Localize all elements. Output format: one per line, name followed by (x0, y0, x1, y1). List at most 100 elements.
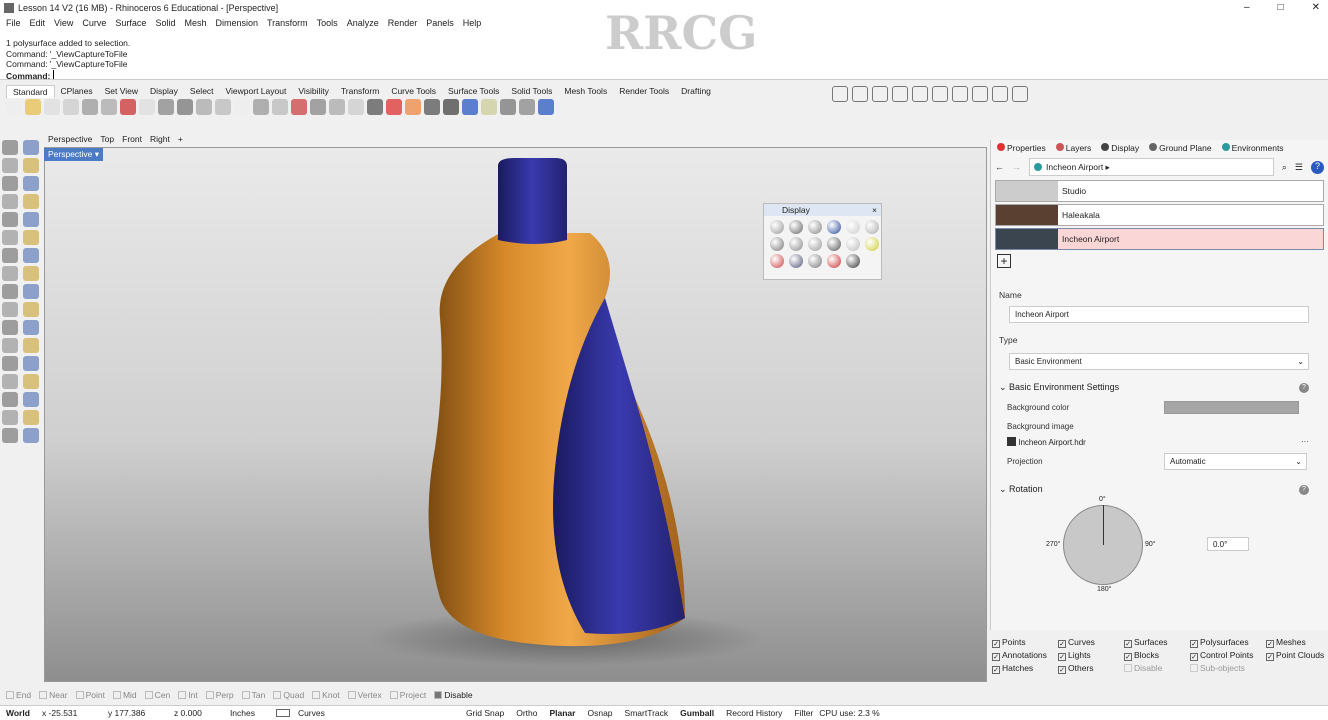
filter-blocks[interactable]: ✓ Blocks (1124, 650, 1190, 661)
toolbar-icon[interactable] (538, 99, 554, 115)
tab-curve-tools[interactable]: Curve Tools (385, 85, 442, 98)
checkbox[interactable] (205, 691, 214, 699)
toolbar-icon[interactable] (82, 99, 98, 115)
display-mode-icon[interactable] (865, 220, 879, 234)
tool-icon[interactable] (2, 284, 18, 299)
command-input[interactable] (52, 69, 253, 79)
osnap-point[interactable]: Point (75, 690, 105, 700)
menu-icon[interactable]: ☰ (1295, 162, 1303, 173)
tool-icon[interactable] (23, 338, 39, 353)
toolbar-icon[interactable] (139, 99, 155, 115)
menu-tools[interactable]: Tools (317, 18, 338, 28)
minimize-button[interactable]: – (1244, 2, 1250, 13)
checkbox[interactable]: ✓ (992, 666, 1000, 674)
display-mode-icon[interactable] (827, 220, 841, 234)
menu-dimension[interactable]: Dimension (215, 18, 258, 28)
tool-icon[interactable] (23, 356, 39, 371)
display-mode-icon[interactable] (770, 254, 784, 268)
filter-disable[interactable]: Disable (1124, 663, 1190, 674)
toolbar-icon[interactable] (253, 99, 269, 115)
tool-icon[interactable] (2, 140, 18, 155)
toolbar-icon[interactable] (120, 99, 136, 115)
toolbar-icon[interactable] (932, 86, 948, 102)
tool-icon[interactable] (23, 158, 39, 173)
environment-item[interactable]: Studio (995, 180, 1324, 202)
filter-annotations[interactable]: ✓ Annotations (992, 650, 1058, 661)
checkbox[interactable] (273, 691, 282, 699)
display-mode-icon[interactable] (808, 220, 822, 234)
display-mode-icon[interactable] (827, 254, 841, 268)
display-mode-icon[interactable] (789, 237, 803, 251)
tab-visibility[interactable]: Visibility (292, 85, 335, 98)
cplane-indicator[interactable]: World (0, 708, 36, 718)
status-filter[interactable]: Filter (788, 708, 819, 718)
toolbar-icon[interactable] (992, 86, 1008, 102)
filter-control-points[interactable]: ✓ Control Points (1190, 650, 1266, 661)
tab-display[interactable]: Display (144, 85, 184, 98)
tool-icon[interactable] (23, 230, 39, 245)
tool-icon[interactable] (2, 338, 18, 353)
tab-layers[interactable]: Layers (1055, 143, 1091, 153)
toolbar-icon[interactable] (329, 99, 345, 115)
menu-mesh[interactable]: Mesh (184, 18, 206, 28)
tab-viewport-layout[interactable]: Viewport Layout (220, 85, 293, 98)
status-osnap[interactable]: Osnap (581, 708, 618, 718)
toolbar-icon[interactable] (101, 99, 117, 115)
tab-environments[interactable]: Environments (1221, 143, 1284, 153)
toolbar-icon[interactable] (215, 99, 231, 115)
toolbar-icon[interactable] (500, 99, 516, 115)
status-planar[interactable]: Planar (543, 708, 581, 718)
tool-icon[interactable] (2, 194, 18, 209)
tool-icon[interactable] (23, 212, 39, 227)
tool-icon[interactable] (2, 266, 18, 281)
tool-icon[interactable] (2, 320, 18, 335)
toolbar-icon[interactable] (443, 99, 459, 115)
checkbox[interactable]: ✓ (992, 653, 1000, 661)
checkbox[interactable] (112, 691, 121, 699)
status-record-history[interactable]: Record History (720, 708, 788, 718)
filter-hatches[interactable]: ✓ Hatches (992, 663, 1058, 674)
status-grid-snap[interactable]: Grid Snap (460, 708, 510, 718)
display-mode-icon[interactable] (846, 254, 860, 268)
tool-icon[interactable] (23, 248, 39, 263)
checkbox[interactable]: ✓ (1266, 640, 1274, 648)
toolbar-icon[interactable] (832, 86, 848, 102)
filter-curves[interactable]: ✓ Curves (1058, 637, 1124, 648)
search-icon[interactable]: ⌕ (1282, 162, 1287, 173)
toolbar-icon[interactable] (424, 99, 440, 115)
toolbar-icon[interactable] (519, 99, 535, 115)
checkbox[interactable] (1124, 664, 1132, 672)
tab-solid-tools[interactable]: Solid Tools (505, 85, 558, 98)
close-icon[interactable]: × (872, 204, 877, 216)
tool-icon[interactable] (23, 374, 39, 389)
menu-panels[interactable]: Panels (426, 18, 454, 28)
checkbox[interactable] (144, 691, 153, 699)
menu-help[interactable]: Help (463, 18, 482, 28)
menu-edit[interactable]: Edit (30, 18, 46, 28)
basic-settings-header[interactable]: ⌄ Basic Environment Settings? (999, 382, 1309, 393)
tool-icon[interactable] (23, 266, 39, 281)
environment-item[interactable]: Incheon Airport (995, 228, 1324, 250)
filter-meshes[interactable]: ✓ Meshes (1266, 637, 1328, 648)
tab-display[interactable]: Display (1101, 143, 1139, 153)
tab-render-tools[interactable]: Render Tools (613, 85, 675, 98)
tool-icon[interactable] (23, 428, 39, 443)
tool-icon[interactable] (2, 230, 18, 245)
toolbar-icon[interactable] (852, 86, 868, 102)
tab-properties[interactable]: Properties (997, 143, 1046, 153)
filter-lights[interactable]: ✓ Lights (1058, 650, 1124, 661)
bg-image-file[interactable]: Incheon Airport.hdr (1018, 438, 1086, 447)
checkbox[interactable]: ✓ (1058, 666, 1066, 674)
toolbar-icon[interactable] (196, 99, 212, 115)
checkbox[interactable]: ✓ (1058, 640, 1066, 648)
tool-icon[interactable] (23, 302, 39, 317)
current-layer[interactable]: Curves (270, 708, 380, 718)
rotation-input[interactable]: 0.0° (1207, 537, 1249, 551)
tab-mesh-tools[interactable]: Mesh Tools (558, 85, 613, 98)
name-input[interactable]: Incheon Airport (1009, 306, 1309, 323)
display-mode-icon[interactable] (808, 254, 822, 268)
tool-icon[interactable] (2, 176, 18, 191)
display-mode-icon[interactable] (789, 220, 803, 234)
checkbox[interactable] (39, 691, 48, 699)
status-smarttrack[interactable]: SmartTrack (619, 708, 675, 718)
